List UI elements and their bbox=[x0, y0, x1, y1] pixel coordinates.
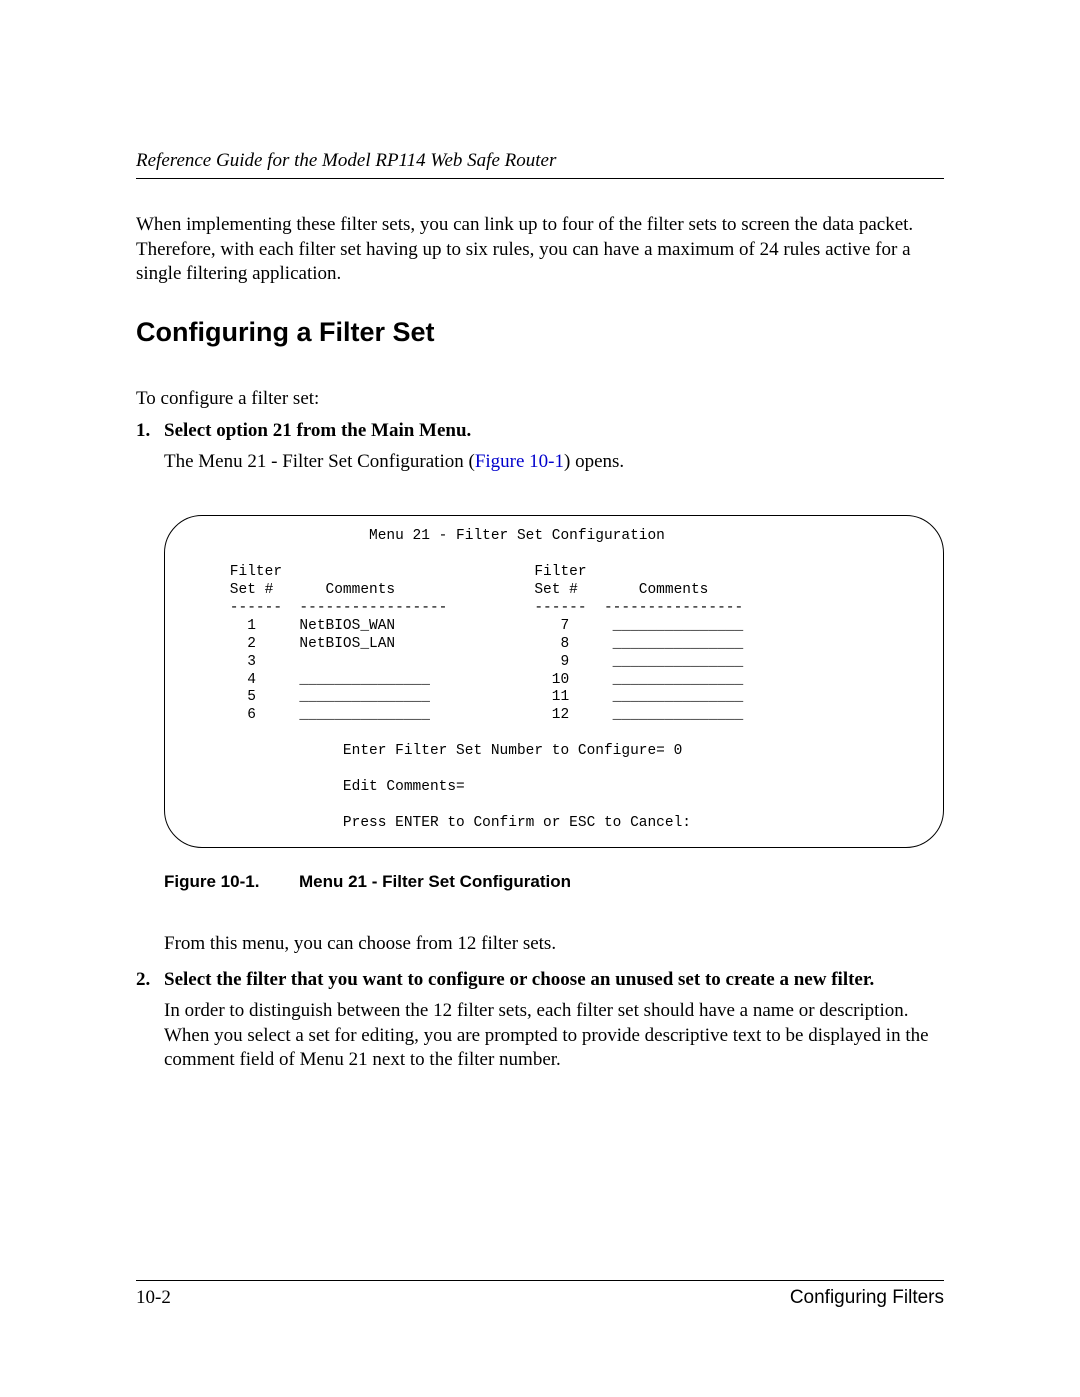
running-header: Reference Guide for the Model RP114 Web … bbox=[136, 150, 944, 179]
footer-section: Configuring Filters bbox=[790, 1287, 944, 1309]
after-figure-text: From this menu, you can choose from 12 f… bbox=[164, 932, 944, 957]
figure-number: Figure 10-1. bbox=[164, 872, 299, 892]
section-heading: Configuring a Filter Set bbox=[136, 317, 944, 348]
figure-title: Menu 21 - Filter Set Configuration bbox=[299, 872, 571, 891]
terminal-figure: Menu 21 - Filter Set Configuration Filte… bbox=[164, 515, 944, 848]
config-intro: To configure a filter set: bbox=[136, 388, 944, 410]
step-1: Select option 21 from the Main Menu. The… bbox=[136, 420, 944, 957]
step-2-body: In order to distinguish between the 12 f… bbox=[164, 999, 944, 1073]
page-container: Reference Guide for the Model RP114 Web … bbox=[0, 0, 1080, 1397]
figure-caption: Figure 10-1.Menu 21 - Filter Set Configu… bbox=[164, 872, 944, 892]
step-1-post: ) opens. bbox=[564, 451, 624, 472]
step-1-body: The Menu 21 - Filter Set Configuration (… bbox=[164, 450, 944, 475]
step-2-title: Select the filter that you want to confi… bbox=[164, 969, 944, 991]
page-number: 10-2 bbox=[136, 1287, 171, 1309]
step-2: Select the filter that you want to confi… bbox=[136, 969, 944, 1073]
intro-paragraph: When implementing these filter sets, you… bbox=[136, 213, 944, 287]
step-1-title: Select option 21 from the Main Menu. bbox=[164, 420, 944, 442]
figure-link[interactable]: Figure 10-1 bbox=[475, 451, 564, 472]
steps-list: Select option 21 from the Main Menu. The… bbox=[136, 420, 944, 1073]
page-footer: 10-2 Configuring Filters bbox=[136, 1280, 944, 1309]
step-1-pre: The Menu 21 - Filter Set Configuration ( bbox=[164, 451, 475, 472]
